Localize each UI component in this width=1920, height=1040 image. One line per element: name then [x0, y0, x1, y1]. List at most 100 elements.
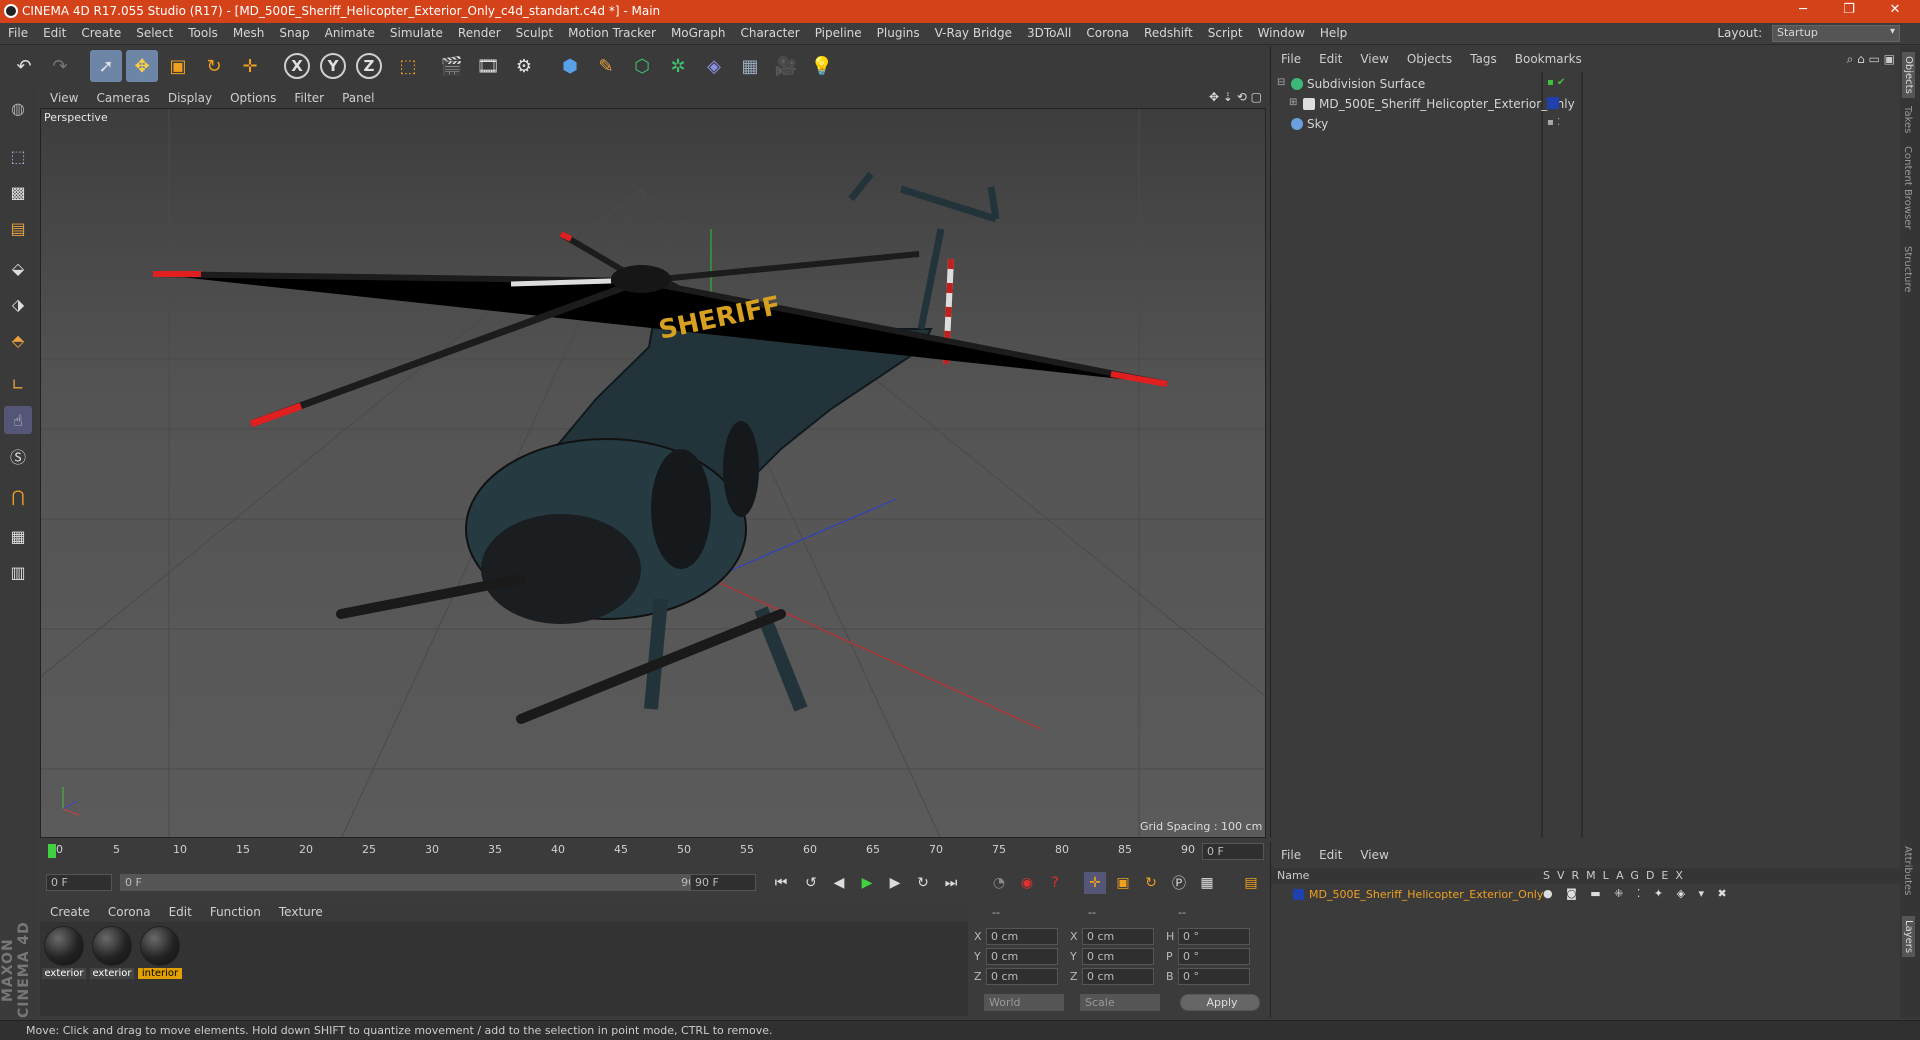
object-manager-search-icon[interactable]: ⌕ ⌂ ▭ ▣ [1847, 52, 1895, 67]
solo-icon[interactable]: ▥ [4, 558, 32, 586]
tweak-mode-icon[interactable]: ☝ [4, 406, 32, 434]
grid-lock-icon[interactable]: ▦ [4, 522, 32, 550]
texture-mode-icon[interactable]: ▩ [4, 178, 32, 206]
position-z-field[interactable]: 0 cm [986, 968, 1058, 985]
object-row[interactable]: Sky ▪ ⁚ [1271, 114, 1901, 134]
viewport-menu-panel[interactable]: Panel [332, 88, 382, 105]
menu-render[interactable]: Render [450, 23, 508, 40]
polygons-mode-icon[interactable]: ⬘ [4, 326, 32, 354]
timeline-ruler[interactable]: 0 5 10 15 20 25 30 35 40 45 50 55 60 65 … [40, 840, 1266, 864]
position-y-field[interactable]: 0 cm [986, 948, 1058, 965]
object-row[interactable]: ⊞ MD_500E_Sheriff_Helicopter_Exterior_On… [1271, 94, 1901, 114]
points-mode-icon[interactable]: ⬙ [4, 254, 32, 282]
autokey-icon[interactable]: ? [1044, 872, 1066, 894]
previous-key-icon[interactable]: ↺ [800, 872, 822, 894]
menu-corona[interactable]: Corona [1078, 23, 1136, 40]
side-tab-content-browser[interactable]: Content Browser [1902, 146, 1913, 229]
subdivision-icon[interactable]: ⬡ [626, 50, 658, 82]
rotation-b-field[interactable]: 0 ° [1178, 968, 1250, 985]
menu-file[interactable]: File [0, 23, 35, 40]
menu-mograph[interactable]: MoGraph [663, 23, 733, 40]
redo-icon[interactable]: ↷ [44, 50, 76, 82]
material-menu-texture[interactable]: Texture [269, 902, 331, 919]
rotation-h-field[interactable]: 0 ° [1178, 928, 1250, 945]
size-y-field[interactable]: 0 cm [1082, 948, 1154, 965]
x-axis-lock-button[interactable]: X [284, 53, 310, 79]
previous-frame-icon[interactable]: ◀ [828, 872, 850, 894]
objects-menu-tags[interactable]: Tags [1460, 50, 1505, 66]
apply-button[interactable]: Apply [1180, 994, 1260, 1011]
menu-vray-bridge[interactable]: V-Ray Bridge [927, 23, 1019, 40]
end-frame-field[interactable]: 90 F [690, 874, 756, 891]
layer-toggle-icons[interactable]: ● ◙ ▬ ⁜ ⁚ ✦ ◈ ▾ ✖ [1543, 887, 1732, 900]
menu-motion-tracker[interactable]: Motion Tracker [560, 23, 663, 40]
menu-pipeline[interactable]: Pipeline [807, 23, 869, 40]
position-x-field[interactable]: 0 cm [986, 928, 1058, 945]
material-menu-edit[interactable]: Edit [159, 902, 200, 919]
render-settings-icon[interactable]: ⚙ [508, 50, 540, 82]
menu-animate[interactable]: Animate [317, 23, 382, 40]
material-menu-function[interactable]: Function [200, 902, 269, 919]
side-tab-takes[interactable]: Takes [1902, 106, 1913, 133]
undo-icon[interactable]: ↶ [8, 50, 40, 82]
objects-menu-edit[interactable]: Edit [1309, 50, 1350, 66]
magnet-icon[interactable]: ⋂ [4, 482, 32, 510]
side-tab-objects[interactable]: Objects [1902, 52, 1915, 98]
key-position-icon[interactable]: ✛ [1084, 872, 1106, 894]
layout-dropdown[interactable]: Startup [1772, 25, 1900, 42]
menu-tools[interactable]: Tools [180, 23, 225, 40]
material-swatch[interactable]: exterior [90, 926, 134, 979]
side-tab-layers[interactable]: Layers [1902, 916, 1915, 958]
menu-select[interactable]: Select [128, 23, 180, 40]
menu-edit[interactable]: Edit [35, 23, 73, 40]
helicopter-model[interactable]: SHERIFF [152, 171, 1168, 724]
close-button[interactable]: ✕ [1880, 2, 1910, 17]
menu-character[interactable]: Character [732, 23, 806, 40]
maximize-button[interactable]: ❐ [1834, 2, 1864, 17]
keyframe-selection-icon[interactable]: ◔ [988, 872, 1010, 894]
playhead-marker[interactable] [48, 844, 56, 858]
objects-menu-file[interactable]: File [1271, 50, 1309, 66]
object-visibility-icon[interactable]: ▪ ✔ [1547, 77, 1565, 88]
menu-sculpt[interactable]: Sculpt [508, 23, 560, 40]
current-frame-field[interactable]: 0 F [1202, 843, 1264, 860]
go-to-start-icon[interactable]: ⏮ [770, 872, 792, 894]
snap-icon[interactable]: Ⓢ [4, 442, 32, 470]
menu-create[interactable]: Create [73, 23, 128, 40]
scale-tool-icon[interactable]: ▣ [162, 50, 194, 82]
coordinate-system-icon[interactable]: ⬚ [392, 50, 424, 82]
key-scale-icon[interactable]: ▣ [1112, 872, 1134, 894]
z-axis-lock-button[interactable]: Z [356, 53, 382, 79]
menu-simulate[interactable]: Simulate [382, 23, 450, 40]
key-pla-icon[interactable]: ▦ [1196, 872, 1218, 894]
render-picture-viewer-icon[interactable]: 🎞 [472, 50, 504, 82]
edges-mode-icon[interactable]: ⬗ [4, 290, 32, 318]
layer-row[interactable]: MD_500E_Sheriff_Helicopter_Exterior_Only… [1271, 886, 1901, 904]
start-frame-field[interactable]: 0 F [46, 874, 112, 891]
next-key-icon[interactable]: ↻ [912, 872, 934, 894]
viewport-menu-view[interactable]: View [40, 88, 86, 105]
rotation-p-field[interactable]: 0 ° [1178, 948, 1250, 965]
key-parameter-icon[interactable]: Ⓟ [1168, 872, 1190, 894]
floor-icon[interactable]: ▦ [734, 50, 766, 82]
layers-menu-edit[interactable]: Edit [1309, 846, 1350, 862]
y-axis-lock-button[interactable]: Y [320, 53, 346, 79]
menu-help[interactable]: Help [1312, 23, 1354, 40]
menu-plugins[interactable]: Plugins [869, 23, 927, 40]
objects-menu-view[interactable]: View [1350, 50, 1396, 66]
objects-menu-objects[interactable]: Objects [1397, 50, 1460, 66]
menu-3dtoall[interactable]: 3DToAll [1019, 23, 1078, 40]
viewport-menu-display[interactable]: Display [158, 88, 220, 105]
menu-snap[interactable]: Snap [271, 23, 316, 40]
viewport-menu-cameras[interactable]: Cameras [86, 88, 157, 105]
light-icon[interactable]: 💡 [806, 50, 838, 82]
camera-icon[interactable]: 🎥 [770, 50, 802, 82]
material-swatch[interactable]: interior [138, 926, 182, 979]
viewport-menu-options[interactable]: Options [220, 88, 284, 105]
model-mode-icon[interactable]: ⬚ [4, 142, 32, 170]
size-x-field[interactable]: 0 cm [1082, 928, 1154, 945]
side-tab-attributes[interactable]: Attributes [1902, 846, 1913, 895]
timeline-window-icon[interactable]: ▤ [1240, 872, 1262, 894]
material-menu-corona[interactable]: Corona [98, 902, 159, 919]
object-row[interactable]: ⊟ Subdivision Surface ▪ ✔ [1271, 74, 1901, 94]
